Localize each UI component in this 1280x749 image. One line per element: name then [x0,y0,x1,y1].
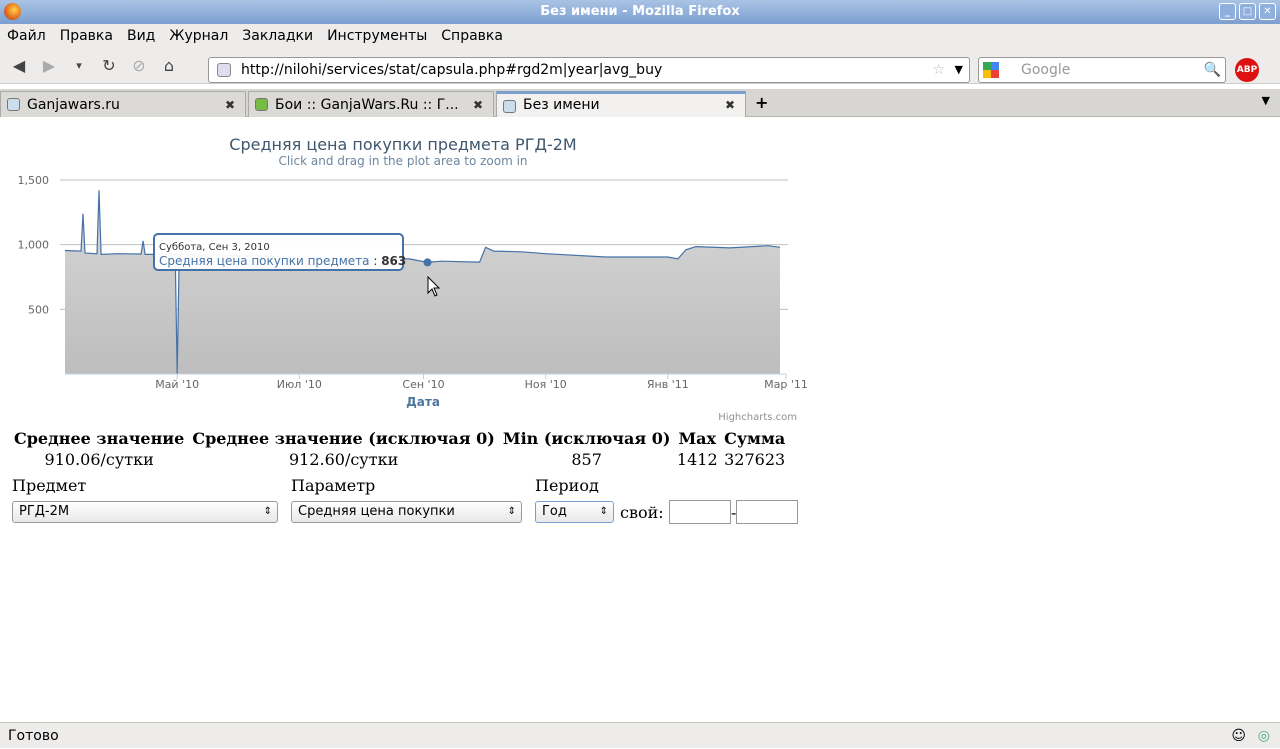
x-tick-label: Май '10 [155,378,199,391]
history-dropdown-icon[interactable]: ▾ [68,59,90,72]
network-icon[interactable]: ◎ [1258,723,1270,749]
item-select[interactable]: РГД-2М ⇕ [12,501,278,523]
stat-value: 1412 [676,450,718,469]
tab-label: Ganjawars.ru [27,97,120,113]
custom-to-input[interactable] [736,500,798,524]
stat-value: 327623 [724,450,786,469]
tab-ganjawars[interactable]: Ganjawars.ru ✖ [0,91,246,117]
tab-label: Бои :: GanjaWars.Ru :: Г... [275,97,459,113]
close-tab-icon[interactable]: ✖ [725,94,735,116]
menu-bar: Файл Правка Вид Журнал Закладки Инструме… [0,24,1280,48]
x-tick-label: Июл '10 [277,378,322,391]
period-select-value: Год [542,504,567,519]
close-button[interactable]: ✕ [1259,3,1276,20]
y-tick-label: 1,000 [18,239,50,252]
tab-label: Без имени [523,97,600,113]
select-arrows-icon: ⇕ [263,506,272,517]
tooltip-series: Средняя цена покупки предмета [159,254,370,268]
period-select[interactable]: Год ⇕ [535,501,614,523]
select-arrows-icon: ⇕ [599,506,608,517]
site-icon [503,100,516,113]
param-select[interactable]: Средняя цена покупки ⇕ [291,501,522,523]
tooltip: Суббота, Сен 3, 2010 Средняя цена покупк… [153,233,406,271]
reload-icon[interactable]: ↻ [98,56,120,75]
credits[interactable]: Highcharts.com [718,412,797,423]
hover-point [423,258,432,267]
stat-header: Min (исключая 0) [502,429,671,448]
x-tick-label: Ноя '10 [525,378,567,391]
tab-untitled[interactable]: Без имени ✖ [496,91,746,117]
back-icon[interactable]: ◀ [8,56,30,75]
stat-header: Среднее значение [14,429,185,448]
stat-header: Среднее значение (исключая 0) [192,429,495,448]
forward-icon[interactable]: ▶ [38,56,60,75]
item-label: Предмет [12,476,87,495]
url-dropdown-icon[interactable]: ▼ [955,58,963,82]
x-tick-label: Сен '10 [402,378,444,391]
close-tab-icon[interactable]: ✖ [225,92,235,118]
status-text: Готово [8,728,59,744]
stat-header: Сумма [724,429,786,448]
custom-label: свой: [620,503,664,522]
x-tick-label: Янв '11 [647,378,689,391]
menu-bookmarks[interactable]: Закладки [242,28,313,44]
x-axis-label: Дата [406,395,440,409]
minimize-button[interactable]: _ [1219,3,1236,20]
tab-battles[interactable]: Бои :: GanjaWars.Ru :: Г... ✖ [248,91,494,117]
title-bar: Без имени - Mozilla Firefox _ □ ✕ [0,0,1280,24]
leaf-icon [255,98,268,111]
url-text: http://nilohi/services/stat/capsula.php#… [241,62,663,78]
new-tab-icon[interactable]: + [755,93,768,112]
menu-view[interactable]: Вид [127,28,155,44]
stats-table: Среднее значение Среднее значение (исключ… [8,427,791,471]
tab-list-icon[interactable]: ▼ [1262,94,1270,107]
tab-bar: Ganjawars.ru ✖ Бои :: GanjaWars.Ru :: Г..… [0,89,1280,117]
close-tab-icon[interactable]: ✖ [473,92,483,118]
site-icon [217,63,231,77]
menu-edit[interactable]: Правка [60,28,113,44]
status-bar: Готово ☺ ◎ [0,722,1280,748]
firefox-icon [4,3,21,20]
menu-file[interactable]: Файл [7,28,46,44]
menu-tools[interactable]: Инструменты [327,28,427,44]
y-tick-label: 500 [28,303,49,316]
url-bar[interactable]: http://nilohi/services/stat/capsula.php#… [208,57,970,83]
tooltip-value: 863 [381,254,406,268]
tooltip-date: Суббота, Сен 3, 2010 [159,242,270,253]
window-title: Без имени - Mozilla Firefox [540,4,740,19]
series-area [65,190,780,374]
select-arrows-icon: ⇕ [507,506,516,517]
site-icon [7,98,20,111]
custom-from-input[interactable] [669,500,731,524]
home-icon[interactable]: ⌂ [158,56,180,75]
google-icon[interactable] [983,62,999,78]
period-label: Период [535,476,599,495]
param-select-value: Средняя цена покупки [298,504,455,519]
maximize-button[interactable]: □ [1239,3,1256,20]
menu-help[interactable]: Справка [441,28,503,44]
bookmark-star-icon[interactable]: ☆ [932,58,945,82]
stat-value: 910.06/сутки [44,450,154,469]
chart-subtitle: Click and drag in the plot area to zoom … [278,154,527,168]
param-label: Параметр [291,476,376,495]
chart[interactable]: Средняя цена покупки предмета РГД-2М Cli… [0,118,820,428]
svg-text:Средняя цена покупки предмета: Средняя цена покупки предмета : 863 [159,254,406,268]
y-tick-label: 1,500 [18,174,50,187]
stat-value: 857 [571,450,602,469]
stop-icon[interactable]: ⊘ [128,56,150,75]
search-box[interactable]: Google 🔍 [978,57,1226,83]
chart-title: Средняя цена покупки предмета РГД-2М [229,135,576,154]
adblock-icon[interactable]: ABP [1235,58,1259,82]
addon-icon[interactable]: ☺ [1231,723,1246,749]
item-select-value: РГД-2М [19,504,70,519]
x-tick-label: Мар '11 [764,378,808,391]
menu-history[interactable]: Журнал [169,28,228,44]
stat-value: 912.60/сутки [288,450,399,469]
search-icon[interactable]: 🔍 [1204,58,1221,82]
stat-header: Max [678,429,717,448]
search-placeholder: Google [1021,62,1071,78]
